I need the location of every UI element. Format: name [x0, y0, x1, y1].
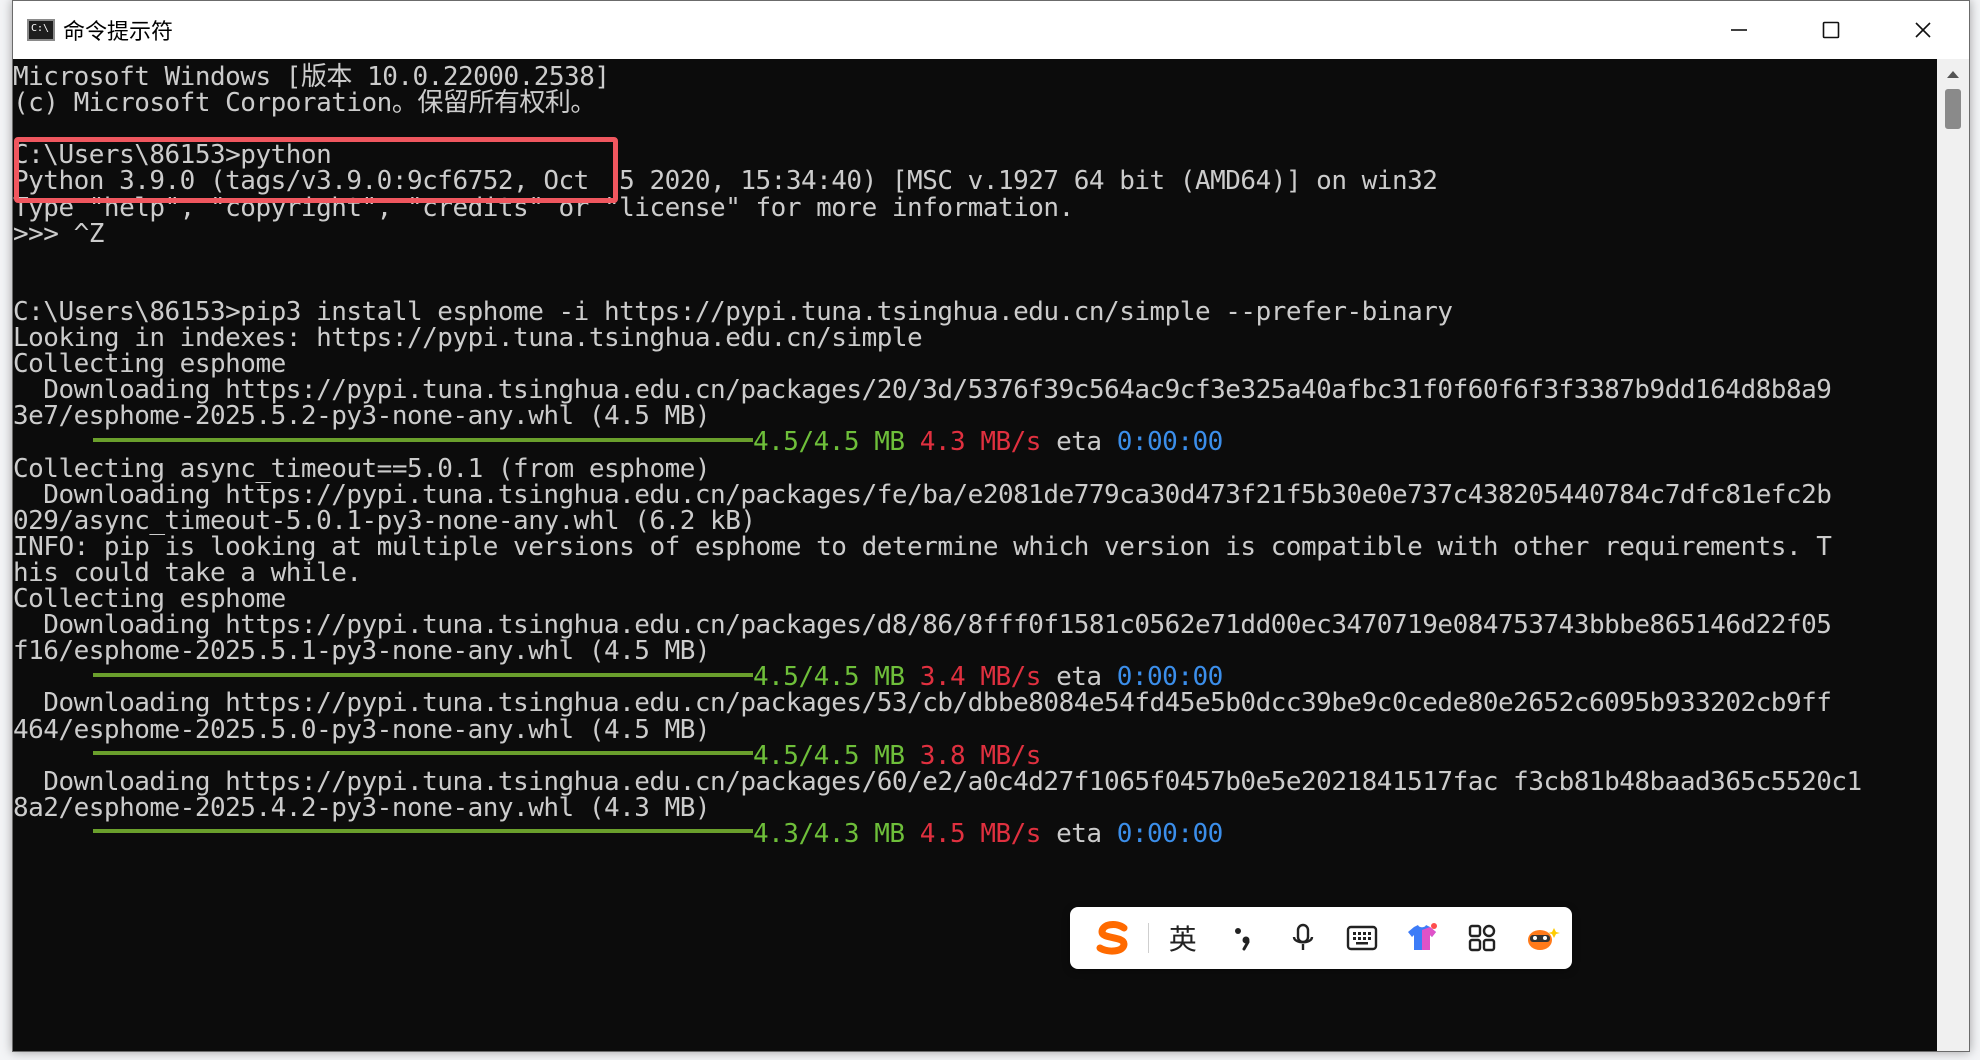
scrollbar-thumb[interactable] [1945, 89, 1961, 129]
progress-bar [93, 751, 753, 756]
divider [1147, 923, 1149, 953]
cmd-icon: C:\ [27, 19, 55, 41]
ime-toolbar: 英 [1070, 907, 1572, 969]
scroll-up-arrow-icon[interactable] [1937, 63, 1969, 85]
vertical-scrollbar[interactable] [1937, 59, 1969, 1051]
skin-shirt-icon[interactable] [1392, 913, 1452, 963]
punctuation-icon[interactable] [1213, 913, 1273, 963]
progress-bar [93, 437, 753, 442]
progress-bar [93, 829, 753, 834]
highlight-box [14, 137, 618, 203]
console-line: (c) Microsoft Corporation。保留所有权利。 [13, 88, 596, 119]
close-icon [1915, 22, 1931, 38]
minimize-icon [1731, 29, 1747, 31]
toolbox-grid-icon[interactable] [1452, 913, 1512, 963]
maximize-icon [1822, 21, 1840, 39]
progress-speed: 4.5 MB/s [919, 818, 1042, 849]
keyboard-icon[interactable] [1332, 913, 1392, 963]
progress-size: 4.3/4.3 MB [753, 818, 905, 849]
console-line: >>> ^Z [13, 218, 104, 249]
sogou-s-logo-icon[interactable] [1084, 913, 1144, 963]
title-bar[interactable]: C:\ 命令提示符 [13, 1, 1969, 59]
window-title: 命令提示符 [63, 20, 174, 45]
progress-eta: 0:00:00 [1116, 818, 1224, 849]
mascot-icon[interactable] [1512, 913, 1572, 963]
maximize-button[interactable] [1785, 1, 1877, 59]
close-button[interactable] [1877, 1, 1969, 59]
progress-eta-label: eta [1056, 427, 1102, 458]
window-controls [1693, 1, 1969, 59]
progress-bar [93, 672, 753, 677]
progress-eta-label: eta [1056, 818, 1102, 849]
console-output[interactable]: Microsoft Windows [版本 10.0.22000.2538] (c… [13, 59, 1937, 1051]
progress-speed: 4.3 MB/s [919, 427, 1042, 458]
minimize-button[interactable] [1693, 1, 1785, 59]
progress-size: 4.5/4.5 MB [753, 427, 905, 458]
progress-line: 4.3/4.3 MB 4.5 MB/s eta 0:00:00 [13, 818, 1223, 851]
microphone-icon[interactable] [1273, 913, 1333, 963]
language-toggle[interactable]: 英 [1153, 913, 1213, 963]
progress-eta: 0:00:00 [1116, 427, 1224, 458]
